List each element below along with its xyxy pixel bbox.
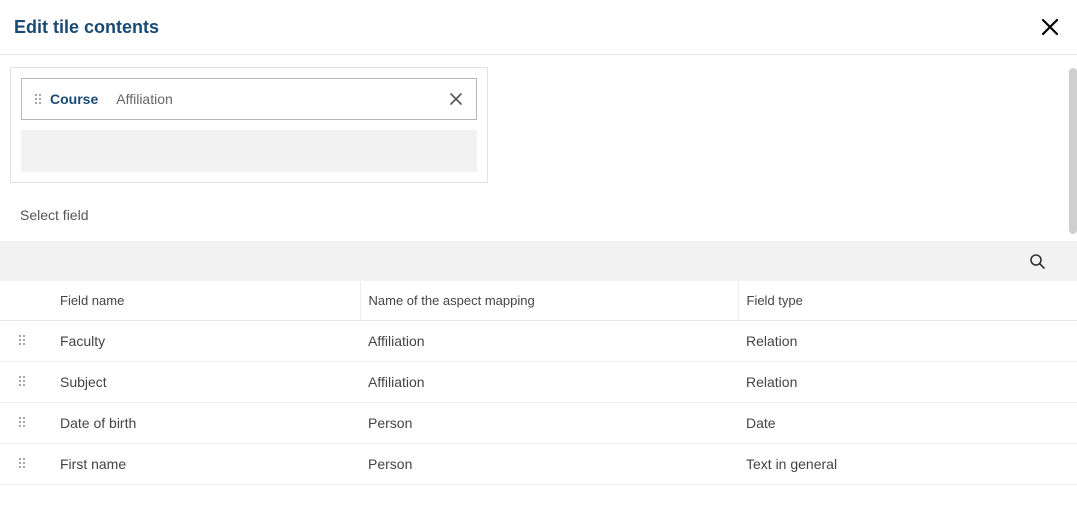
cell-field-name: Date of birth: [44, 403, 360, 444]
table-row[interactable]: First namePersonText in general: [0, 444, 1077, 485]
drag-handle-icon[interactable]: [32, 93, 44, 105]
cell-aspect: Person: [360, 444, 738, 485]
cell-field-name: Faculty: [44, 321, 360, 362]
drag-handle-icon[interactable]: [0, 362, 44, 403]
scrollbar-thumb[interactable]: [1069, 68, 1077, 234]
field-table: Field name Name of the aspect mapping Fi…: [0, 281, 1077, 485]
cell-aspect: Affiliation: [360, 321, 738, 362]
close-button[interactable]: [1037, 14, 1063, 40]
col-header-field-name[interactable]: Field name: [44, 281, 360, 321]
search-icon: [1029, 253, 1045, 269]
remove-icon: [450, 93, 462, 105]
chip-remove-button[interactable]: [446, 89, 466, 109]
table-row[interactable]: FacultyAffiliationRelation: [0, 321, 1077, 362]
tile-field-chip[interactable]: Course Affiliation: [21, 78, 477, 120]
dialog-title: Edit tile contents: [14, 17, 159, 38]
table-header-row: Field name Name of the aspect mapping Fi…: [0, 281, 1077, 321]
tile-contents-box: Course Affiliation: [10, 67, 488, 183]
dialog-header: Edit tile contents: [0, 0, 1077, 55]
chip-sublabel: Affiliation: [116, 91, 173, 107]
search-button[interactable]: [1025, 249, 1049, 273]
close-icon: [1041, 18, 1059, 36]
table-row[interactable]: Date of birthPersonDate: [0, 403, 1077, 444]
col-header-drag: [0, 281, 44, 321]
edit-tile-dialog: Edit tile contents: [0, 0, 1077, 516]
cell-field-name: First name: [44, 444, 360, 485]
empty-field-slot[interactable]: [21, 130, 477, 172]
search-bar: [0, 241, 1077, 281]
select-field-label: Select field: [0, 183, 1077, 241]
cell-field-type: Relation: [738, 321, 1077, 362]
cell-field-type: Relation: [738, 362, 1077, 403]
drag-handle-icon[interactable]: [0, 321, 44, 362]
scrollbar[interactable]: [1069, 68, 1077, 234]
cell-field-type: Date: [738, 403, 1077, 444]
cell-aspect: Person: [360, 403, 738, 444]
col-header-aspect[interactable]: Name of the aspect mapping: [360, 281, 738, 321]
drag-handle-icon[interactable]: [0, 403, 44, 444]
drag-handle-icon[interactable]: [0, 444, 44, 485]
col-header-field-type[interactable]: Field type: [738, 281, 1077, 321]
table-row[interactable]: SubjectAffiliationRelation: [0, 362, 1077, 403]
cell-field-type: Text in general: [738, 444, 1077, 485]
chip-label: Course: [50, 91, 98, 107]
cell-aspect: Affiliation: [360, 362, 738, 403]
cell-field-name: Subject: [44, 362, 360, 403]
content-area: Course Affiliation Select field: [0, 55, 1077, 516]
